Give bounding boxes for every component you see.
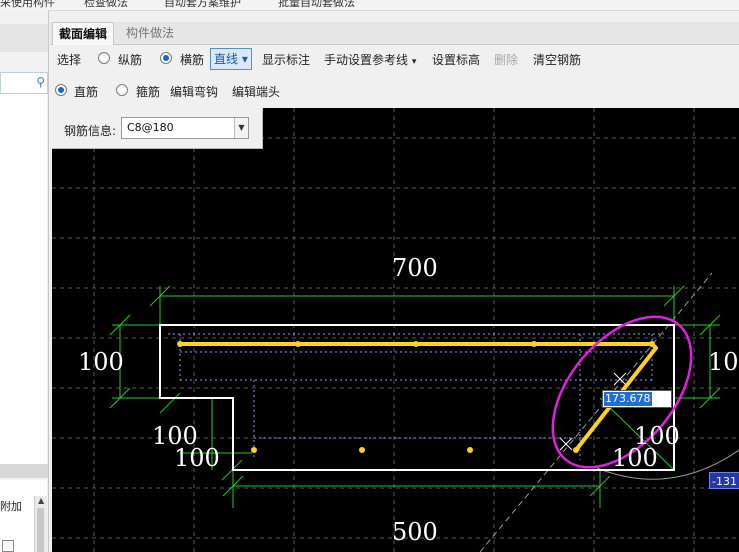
chevron-down-icon: ▾ xyxy=(241,52,248,66)
clear-rebar-button[interactable]: 清空钢筋 xyxy=(533,51,581,68)
left-panel-header xyxy=(0,24,48,52)
radio-longitudinal[interactable] xyxy=(98,52,110,64)
rebar-info-combo[interactable]: C8@180 ▼ xyxy=(121,117,249,139)
length-input-value: 173.678 xyxy=(604,392,652,406)
dim-bottom-text: 500 xyxy=(392,518,438,546)
dim-left-text: 100 xyxy=(78,348,124,376)
length-input[interactable]: 173.678 xyxy=(602,390,672,408)
column-header-attach: 附加 xyxy=(0,500,22,513)
dim-step-text-b: 100 xyxy=(174,444,220,472)
tab-component-method[interactable]: 构件做法 xyxy=(120,22,180,44)
tab-bar: 截面编辑 构件做法 xyxy=(50,22,739,45)
chevron-down-icon[interactable]: ▼ xyxy=(234,118,248,138)
edit-end-button[interactable]: 编辑端头 xyxy=(232,83,280,100)
line-mode-value: 直线 xyxy=(214,52,239,66)
select-tool[interactable]: 选择 xyxy=(57,51,81,68)
panel-splitter[interactable] xyxy=(0,464,48,478)
manual-reference-label: 手动设置参考线 xyxy=(324,53,409,67)
dim-right-text: 10 xyxy=(708,348,739,376)
top-item-auto-scheme[interactable]: 自动套方案维护 xyxy=(164,0,241,10)
section-drawing[interactable]: 700 100 10 100 100 100 100 500 xyxy=(52,108,739,552)
set-elevation-button[interactable]: 设置标高 xyxy=(432,51,480,68)
rebar-info-value: C8@180 xyxy=(127,121,174,134)
attach-checkbox[interactable] xyxy=(2,540,14,552)
radio-transverse[interactable] xyxy=(160,52,172,64)
toolbar-row-2: 直筋 箍筋 编辑弯钩 编辑端头 xyxy=(50,78,739,106)
radio-stirrup[interactable] xyxy=(116,84,128,96)
search-input[interactable]: ⚲ xyxy=(0,72,48,94)
scroll-thumb[interactable] xyxy=(37,508,44,552)
dim-top-text: 700 xyxy=(392,254,438,282)
inner-guide-lines xyxy=(168,333,664,460)
dim-bottom-right-text-b: 100 xyxy=(612,444,658,472)
line-mode-dropdown[interactable]: 直线 ▾ xyxy=(210,48,252,70)
rebar-info-label: 钢筋信息: xyxy=(64,124,117,138)
toolbar-row-1: 选择 纵筋 横筋 直线 ▾ 显示标注 手动设置参考线 ▾ 设置标高 删除 清空钢… xyxy=(50,46,739,74)
component-tree[interactable] xyxy=(0,94,47,464)
reference-guide-line xyxy=(479,272,713,552)
drawing-canvas[interactable]: 700 100 10 100 100 100 100 500 钢筋信息: C8@… xyxy=(52,108,739,552)
show-annotation-button[interactable]: 显示标注 xyxy=(262,51,310,68)
rebar-info-panel: 钢筋信息: C8@180 ▼ xyxy=(52,108,263,149)
manual-reference-button[interactable]: 手动设置参考线 ▾ xyxy=(324,51,416,68)
top-item-check-method[interactable]: 检查做法 xyxy=(84,0,128,10)
label-transverse[interactable]: 横筋 xyxy=(180,51,204,68)
rebar-stirrup-line[interactable] xyxy=(180,342,658,452)
chevron-down-icon: ▾ xyxy=(411,57,417,67)
left-panel: ⚲ 附加 ▲ xyxy=(0,10,49,552)
label-straight-bar[interactable]: 直筋 xyxy=(74,83,98,100)
label-stirrup[interactable]: 箍筋 xyxy=(136,83,160,100)
search-icon[interactable]: ⚲ xyxy=(36,75,45,89)
tab-section-edit[interactable]: 截面编辑 xyxy=(52,22,115,45)
vertical-scrollbar[interactable]: ▲ xyxy=(34,496,47,552)
main-area: 截面编辑 构件做法 选择 纵筋 横筋 直线 ▾ 显示标注 手动设置参考线 ▾ 设… xyxy=(50,10,739,552)
scroll-up-icon[interactable]: ▲ xyxy=(38,496,44,505)
coordinate-readout: -131 xyxy=(709,472,739,489)
top-item-batch-auto[interactable]: 批量自动套做法 xyxy=(278,0,355,10)
grid-lines xyxy=(52,108,739,552)
label-longitudinal[interactable]: 纵筋 xyxy=(118,51,142,68)
top-item-used-components[interactable]: 采使用构件 xyxy=(0,0,55,10)
radio-straight-bar[interactable] xyxy=(55,84,67,96)
delete-button[interactable]: 删除 xyxy=(494,51,518,68)
edit-hook-button[interactable]: 编辑弯钩 xyxy=(170,83,218,100)
